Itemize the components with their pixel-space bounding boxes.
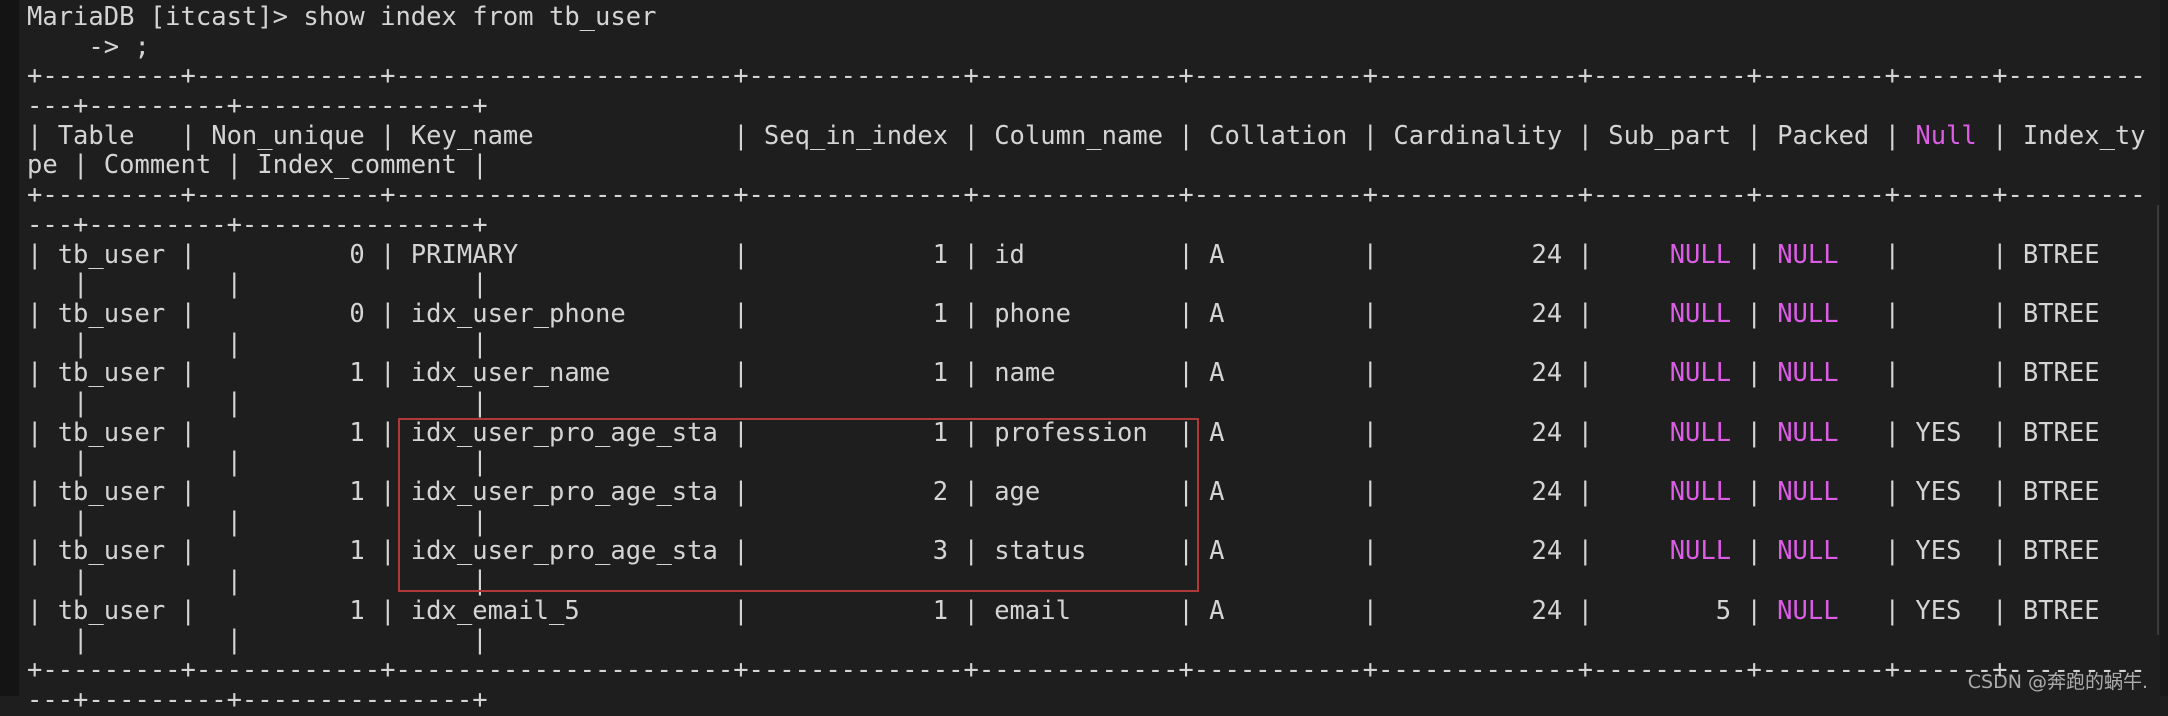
table-row: | tb_user | 1 | idx_email_5 | 1 | email … — [27, 595, 2146, 627]
text-segment: | | | — [27, 566, 488, 597]
null-value: NULL — [1669, 477, 1732, 507]
table-border: +---------+------------+----------------… — [27, 180, 2146, 211]
table-row: | | | — [27, 269, 2146, 300]
text-segment: +---------+------------+----------------… — [27, 655, 2146, 686]
null-value: NULL — [1777, 595, 1839, 626]
text-segment: | — [1731, 358, 1778, 389]
text-segment: | Index_ty — [1976, 120, 2146, 151]
text-segment: | YES | BTREE — [1838, 595, 2146, 626]
text-segment: pe | Comment | Index_comment | — [27, 150, 488, 181]
text-segment: | tb_user | 0 | idx_user_phone | 1 | pho… — [27, 298, 1670, 329]
text-segment: | — [1731, 477, 1778, 507]
table-row: | | | — [27, 506, 2146, 538]
text-segment: | Table | Non_unique | Key_name | Seq_in… — [27, 120, 1916, 151]
null-value: NULL — [1777, 298, 1839, 329]
text-segment: | | BTREE — [1838, 239, 2146, 270]
watermark: CSDN @奔跑的蜗牛. — [1967, 671, 2148, 693]
null-value: NULL — [1669, 239, 1732, 270]
terminal-gutter — [0, 0, 19, 696]
table-border: ---+---------+---------------+ — [27, 684, 2146, 716]
text-segment: | YES | BTREE — [1838, 536, 2146, 567]
table-border: +---------+------------+----------------… — [27, 62, 2146, 92]
table-header-row: pe | Comment | Index_comment | — [27, 151, 2146, 181]
text-segment: | tb_user | 1 | idx_email_5 | 1 | email … — [27, 595, 1778, 626]
table-row: | tb_user | 1 | idx_user_pro_age_sta | 2… — [27, 477, 2146, 508]
null-value: Null — [1915, 120, 1977, 151]
text-segment: +---------+------------+----------------… — [27, 61, 2146, 92]
text-segment: | — [1731, 417, 1778, 448]
text-segment: | | BTREE — [1838, 298, 2146, 329]
text-segment: | | | — [27, 447, 488, 478]
null-value: NULL — [1777, 536, 1839, 567]
text-segment: | — [1731, 298, 1778, 329]
text-segment: | — [1731, 536, 1778, 567]
terminal-output[interactable]: MariaDB [itcast]> show index from tb_use… — [27, 2, 2146, 716]
text-segment: ---+---------+---------------+ — [27, 209, 488, 240]
null-value: NULL — [1777, 239, 1839, 270]
null-value: NULL — [1669, 358, 1732, 389]
table-row: | tb_user | 1 | idx_user_pro_age_sta | 1… — [27, 417, 2146, 449]
table-row: | tb_user | 1 | idx_user_pro_age_sta | 3… — [27, 537, 2146, 567]
null-value: NULL — [1669, 536, 1732, 567]
text-segment: | | | — [27, 269, 488, 300]
text-segment: | | | — [27, 387, 488, 418]
text-segment: | YES | BTREE — [1838, 417, 2146, 448]
text-segment: | | | — [27, 328, 488, 359]
text-segment: -> ; — [27, 31, 150, 62]
command-line: MariaDB [itcast]> show index from tb_use… — [27, 2, 2146, 33]
scrollbar-track[interactable] — [2160, 0, 2168, 696]
text-segment: +---------+------------+----------------… — [27, 180, 2146, 211]
table-header-row: | Table | Non_unique | Key_name | Seq_in… — [27, 120, 2146, 152]
text-segment: ---+---------+---------------+ — [27, 684, 488, 715]
null-value: NULL — [1777, 417, 1839, 448]
text-segment: | YES | BTREE — [1838, 477, 2146, 507]
table-row: | | | — [27, 328, 2146, 360]
text-segment: | tb_user | 1 | idx_user_pro_age_sta | 2… — [27, 477, 1670, 507]
table-row: | tb_user | 0 | PRIMARY | 1 | id | A | 2… — [27, 239, 2146, 271]
null-value: NULL — [1669, 298, 1732, 329]
text-segment: | tb_user | 1 | idx_user_name | 1 | name… — [27, 358, 1670, 389]
table-border: ---+---------+---------------+ — [27, 91, 2146, 122]
text-segment: | tb_user | 0 | PRIMARY | 1 | id | A | 2… — [27, 239, 1670, 270]
text-segment: | — [1731, 239, 1778, 270]
null-value: NULL — [1777, 358, 1839, 389]
table-border: ---+---------+---------------+ — [27, 209, 2146, 241]
table-row: | | | — [27, 387, 2146, 419]
table-row: | tb_user | 1 | idx_user_name | 1 | name… — [27, 358, 2146, 389]
text-segment: | | | — [27, 625, 488, 656]
table-row: | | | — [27, 447, 2146, 478]
table-row: | | | — [27, 626, 2146, 656]
text-segment: MariaDB [itcast]> show index from tb_use… — [27, 2, 657, 32]
continuation-line: -> ; — [27, 31, 2146, 63]
null-value: NULL — [1669, 417, 1732, 448]
table-row: | | | — [27, 566, 2146, 597]
text-segment: | | BTREE — [1838, 358, 2146, 389]
text-segment: | tb_user | 1 | idx_user_pro_age_sta | 3… — [27, 536, 1670, 567]
null-value: NULL — [1777, 477, 1839, 507]
table-row: | tb_user | 0 | idx_user_phone | 1 | pho… — [27, 298, 2146, 330]
text-segment: | | | — [27, 506, 488, 537]
text-segment: ---+---------+---------------+ — [27, 91, 488, 122]
text-segment: | tb_user | 1 | idx_user_pro_age_sta | 1… — [27, 417, 1670, 448]
table-border: +---------+------------+----------------… — [27, 655, 2146, 686]
scrollbar-thumb[interactable] — [2157, 205, 2159, 635]
